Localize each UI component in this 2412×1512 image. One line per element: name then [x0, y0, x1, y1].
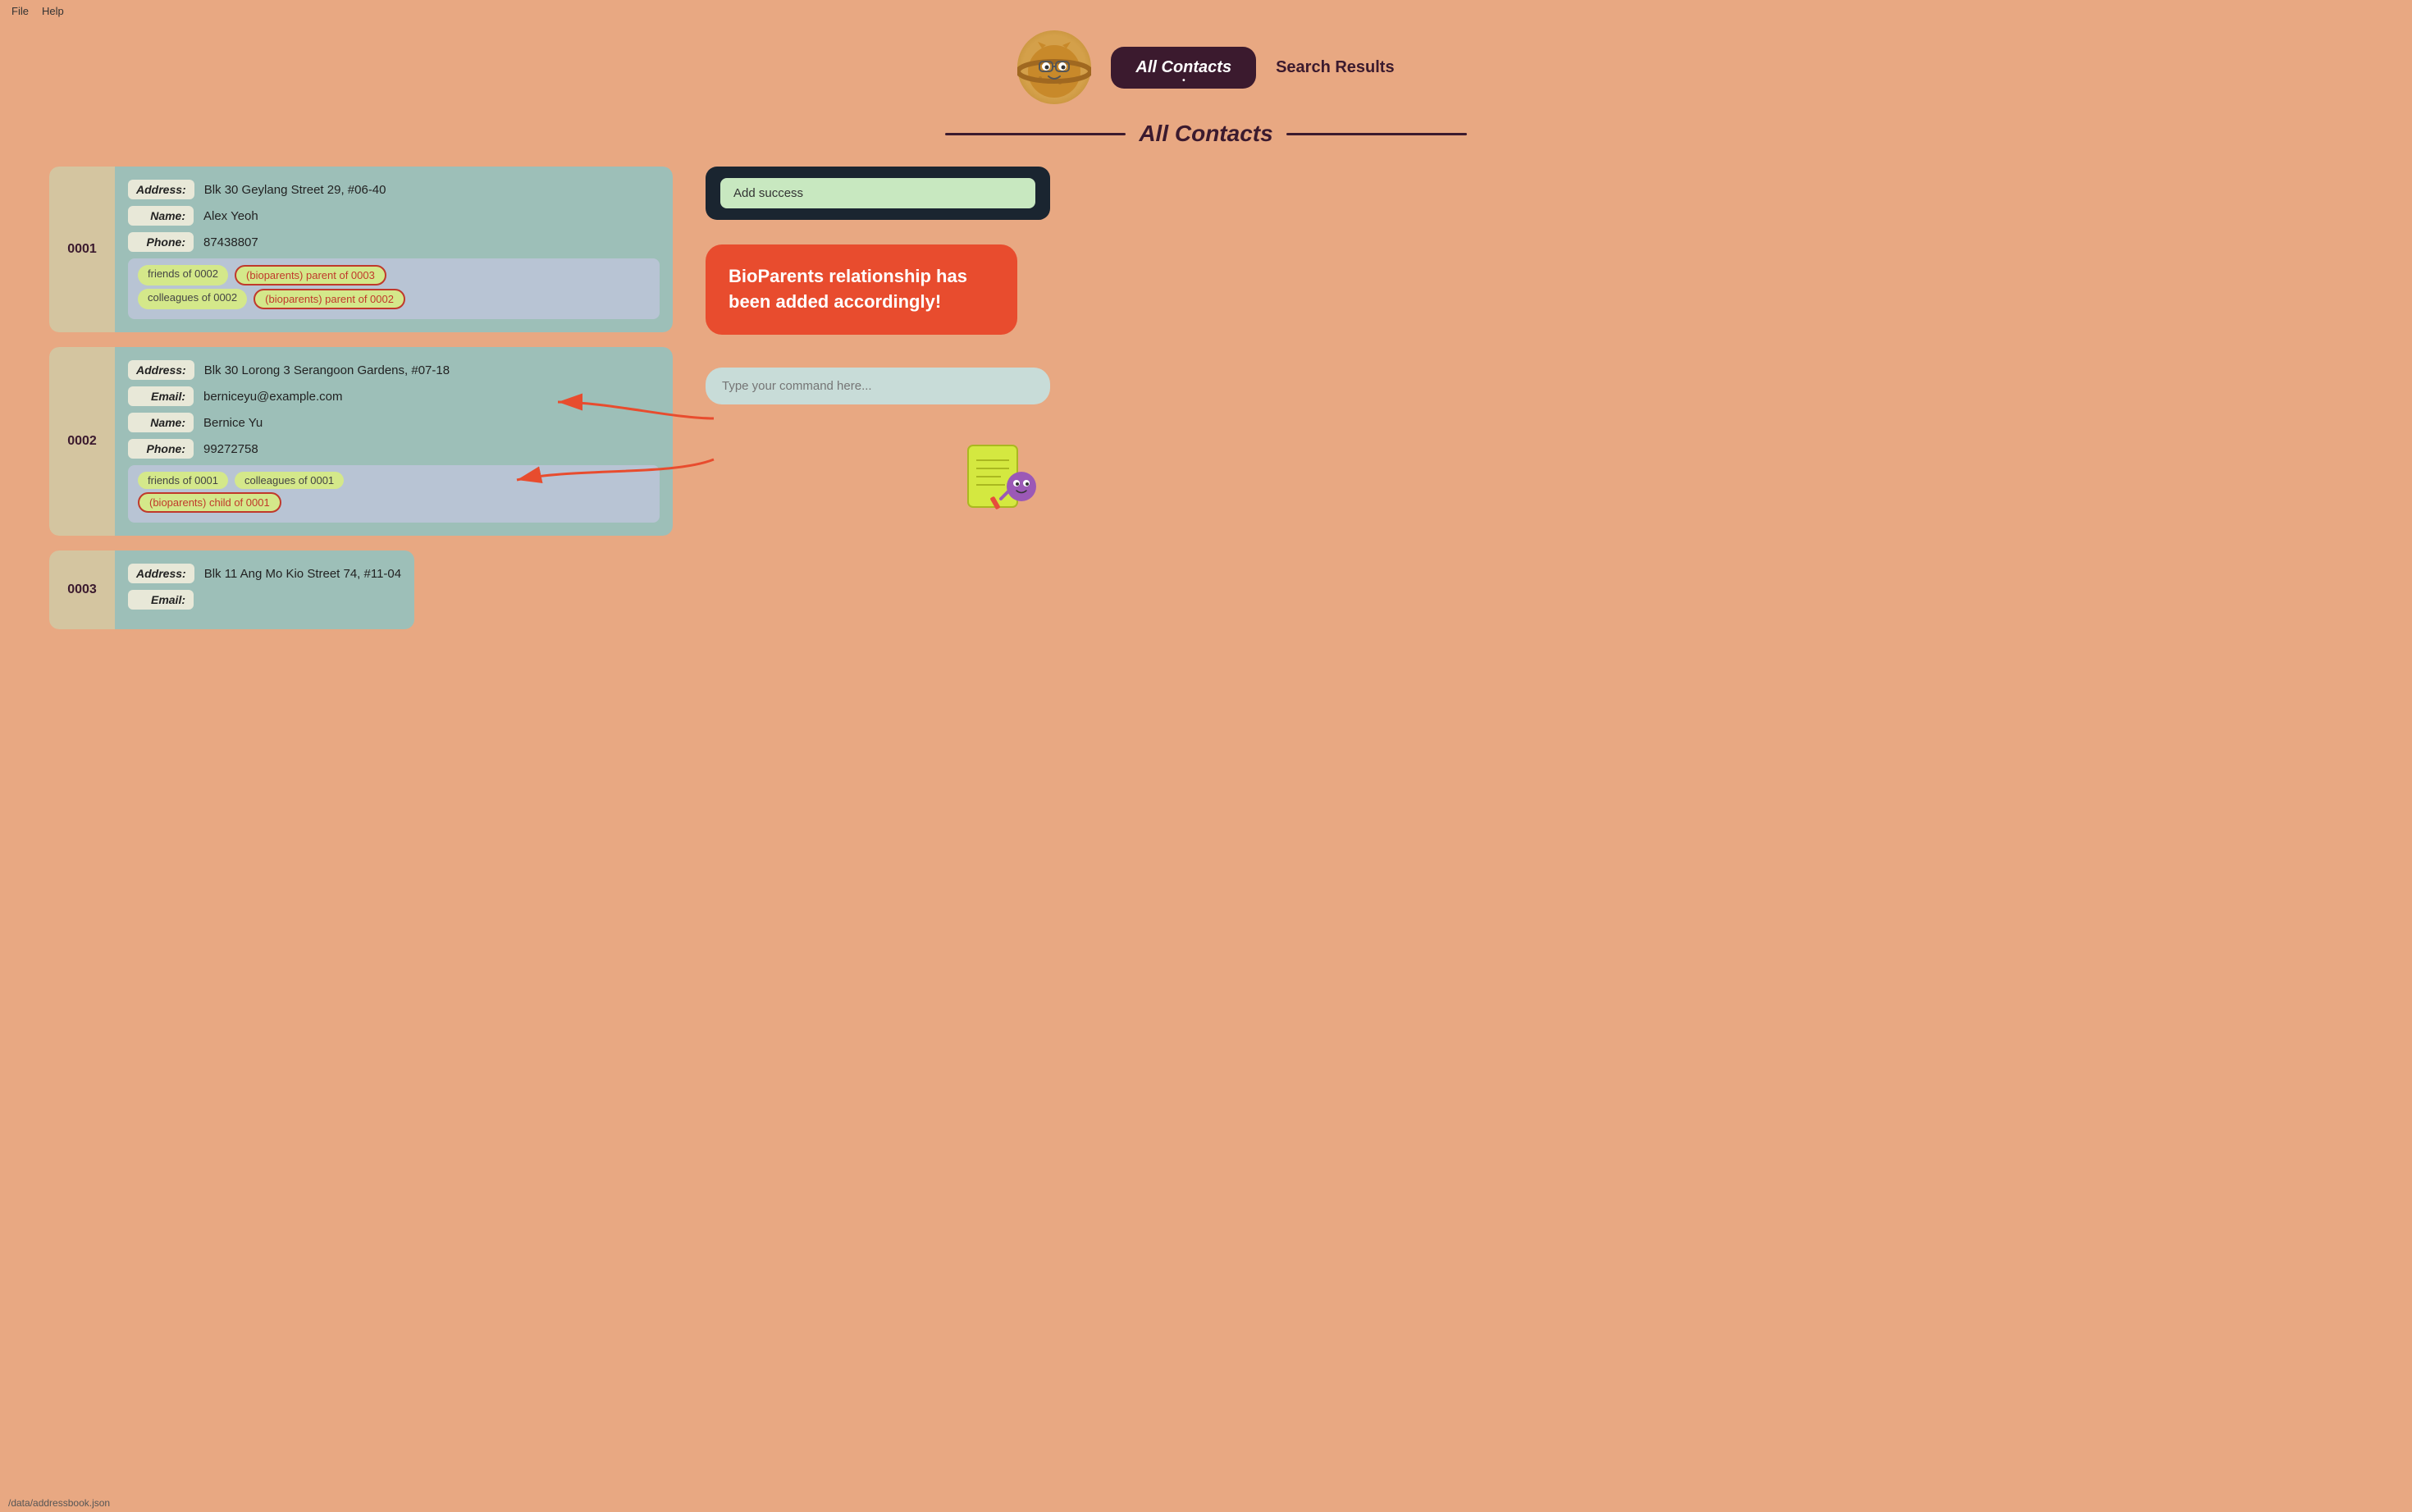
tag-bioparents-parent-0003: (bioparents) parent of 0003	[235, 265, 386, 285]
name-value-0001: Alex Yeoh	[203, 209, 258, 223]
header: All Contacts Search Results	[0, 22, 2412, 121]
main-layout: 0001 Address: Blk 30 Geylang Street 29, …	[0, 167, 2412, 644]
search-results-nav[interactable]: Search Results	[1276, 58, 1395, 77]
right-panel: Add success BioParents relationship has …	[706, 167, 1050, 519]
tag-friends-0001: friends of 0001	[138, 472, 228, 489]
name-row-0001: Name: Alex Yeoh	[128, 206, 660, 226]
phone-row-0001: Phone: 87438807	[128, 232, 660, 252]
phone-row-0002: Phone: 99272758	[128, 439, 660, 459]
tags-row1-0001: friends of 0002 (bioparents) parent of 0…	[138, 265, 650, 285]
address-row-0002: Address: Blk 30 Lorong 3 Serangoon Garde…	[128, 360, 660, 380]
tags-row2-0002: (bioparents) child of 0001	[138, 492, 650, 513]
contact-details-0001: Address: Blk 30 Geylang Street 29, #06-4…	[115, 167, 673, 332]
address-label-0001: Address:	[128, 180, 194, 199]
file-menu[interactable]: File	[11, 5, 29, 17]
status-path: /data/addressbook.json	[8, 1497, 110, 1509]
title-line-left	[945, 133, 1126, 135]
contact-card-0001: 0001 Address: Blk 30 Geylang Street 29, …	[49, 167, 673, 332]
address-value-0003: Blk 11 Ang Mo Kio Street 74, #11-04	[204, 567, 401, 581]
email-label-0003: Email:	[128, 590, 194, 610]
email-value-0002: berniceyu@example.com	[203, 390, 342, 404]
tag-bioparents-child-0001: (bioparents) child of 0001	[138, 492, 281, 513]
writing-mascot	[952, 437, 1050, 519]
help-menu[interactable]: Help	[42, 5, 64, 17]
contact-details-0003: Address: Blk 11 Ang Mo Kio Street 74, #1…	[115, 550, 414, 629]
name-value-0002: Bernice Yu	[203, 416, 263, 430]
phone-label-0001: Phone:	[128, 232, 194, 252]
address-row-0003: Address: Blk 11 Ang Mo Kio Street 74, #1…	[128, 564, 401, 583]
phone-label-0002: Phone:	[128, 439, 194, 459]
name-label-0001: Name:	[128, 206, 194, 226]
contact-card-0002: 0002 Address: Blk 30 Lorong 3 Serangoon …	[49, 347, 673, 536]
tags-section-0002: friends of 0001 colleagues of 0001 (biop…	[128, 465, 660, 523]
email-label-0002: Email:	[128, 386, 194, 406]
name-label-0002: Name:	[128, 413, 194, 432]
contact-details-0002: Address: Blk 30 Lorong 3 Serangoon Garde…	[115, 347, 673, 536]
phone-value-0002: 99272758	[203, 442, 258, 456]
contacts-list: 0001 Address: Blk 30 Geylang Street 29, …	[49, 167, 673, 644]
status-bar: /data/addressbook.json	[0, 1494, 118, 1512]
title-line-right	[1286, 133, 1467, 135]
tooltip-bubble: BioParents relationship has been added a…	[706, 244, 1017, 335]
tags-row1-0002: friends of 0001 colleagues of 0001	[138, 472, 650, 489]
contact-id-0003: 0003	[49, 550, 115, 629]
page-title-row: All Contacts	[0, 121, 2412, 147]
tag-bioparents-parent-0002: (bioparents) parent of 0002	[254, 289, 405, 309]
app-logo	[1017, 30, 1091, 104]
menu-bar: File Help	[0, 0, 2412, 22]
page-title: All Contacts	[1139, 121, 1272, 147]
tag-colleagues-0002: colleagues of 0002	[138, 289, 247, 309]
email-row-0002: Email: berniceyu@example.com	[128, 386, 660, 406]
phone-value-0001: 87438807	[203, 235, 258, 249]
contact-card-0003: 0003 Address: Blk 11 Ang Mo Kio Street 7…	[49, 550, 673, 629]
tag-friends-0002: friends of 0002	[138, 265, 228, 285]
address-value-0001: Blk 30 Geylang Street 29, #06-40	[204, 183, 386, 197]
tags-row2-0001: colleagues of 0002 (bioparents) parent o…	[138, 289, 650, 309]
contact-id-0001: 0001	[49, 167, 115, 332]
notification-box: Add success	[706, 167, 1050, 220]
address-label-0003: Address:	[128, 564, 194, 583]
address-label-0002: Address:	[128, 360, 194, 380]
all-contacts-nav[interactable]: All Contacts	[1111, 47, 1256, 89]
tag-colleagues-0001: colleagues of 0001	[235, 472, 344, 489]
address-row-0001: Address: Blk 30 Geylang Street 29, #06-4…	[128, 180, 660, 199]
contact-id-0002: 0002	[49, 347, 115, 536]
tags-section-0001: friends of 0002 (bioparents) parent of 0…	[128, 258, 660, 319]
address-value-0002: Blk 30 Lorong 3 Serangoon Gardens, #07-1…	[204, 363, 450, 377]
name-row-0002: Name: Bernice Yu	[128, 413, 660, 432]
notification-message: Add success	[720, 178, 1035, 208]
command-input[interactable]	[706, 368, 1050, 404]
email-row-0003: Email:	[128, 590, 401, 610]
